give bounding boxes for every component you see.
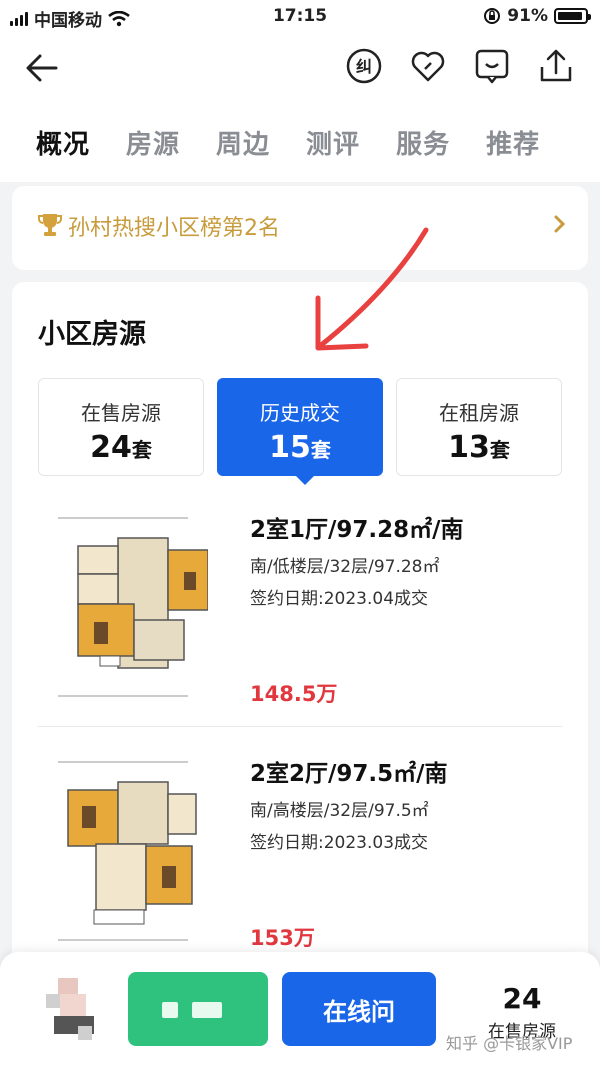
- correction-button[interactable]: 纠: [344, 46, 384, 86]
- message-icon: [475, 49, 509, 84]
- blurred-label: [192, 1002, 222, 1018]
- listing-title: 2室1厅/97.28㎡/南: [250, 517, 464, 543]
- segment-history-deals[interactable]: 历史成交 15套: [217, 378, 383, 485]
- tab-listings[interactable]: 房源: [126, 100, 180, 182]
- heart-icon: [411, 51, 445, 82]
- segment-unit: 套: [131, 438, 152, 462]
- wechat-contact-button[interactable]: [128, 972, 268, 1046]
- back-arrow-icon: [26, 54, 58, 82]
- share-button[interactable]: [536, 46, 576, 86]
- listing-meta: 南/高楼层/32层/97.5㎡: [250, 801, 429, 821]
- top-navbar: 纠: [0, 36, 600, 100]
- segment-label: 历史成交: [260, 401, 340, 425]
- listing-item[interactable]: 2室1厅/97.28㎡/南 南/低楼层/32层/97.28㎡ 签约日期:2023…: [38, 504, 562, 730]
- trophy-icon: [38, 214, 62, 236]
- tab-nearby[interactable]: 周边: [216, 100, 270, 182]
- tab-overview[interactable]: 概况: [36, 100, 90, 182]
- battery-icon: [554, 8, 591, 24]
- section-title: 小区房源: [38, 319, 146, 350]
- listing-meta: 南/低楼层/32层/97.28㎡: [250, 557, 440, 577]
- divider: [38, 726, 562, 727]
- hot-search-rank-banner[interactable]: 孙村热搜小区榜第2名: [12, 186, 588, 270]
- share-icon: [540, 49, 572, 82]
- segment-for-rent[interactable]: 在租房源 13套: [396, 378, 562, 476]
- watermark: 知乎 @卡银家VIP: [446, 1034, 573, 1053]
- segment-label: 在租房源: [439, 401, 519, 425]
- section-tabs: 概况 房源 周边 测评 服务 推荐: [0, 100, 600, 182]
- segment-count: 24: [90, 430, 132, 465]
- segment-unit: 套: [310, 438, 331, 462]
- online-ask-button[interactable]: 在线问: [282, 972, 436, 1046]
- segment-label: 在售房源: [81, 401, 161, 425]
- on-sale-count: 24: [502, 982, 542, 1015]
- listing-sign-date: 签约日期:2023.04成交: [250, 589, 429, 609]
- favorite-button[interactable]: [408, 46, 448, 86]
- back-button[interactable]: [22, 48, 62, 88]
- status-bar: 中国移动 17:15 91%: [0, 0, 600, 36]
- battery-percent: 91%: [507, 6, 548, 26]
- listing-sign-date: 签约日期:2023.03成交: [250, 833, 429, 853]
- segment-count: 15: [269, 430, 311, 465]
- listing-price: 153万: [250, 926, 315, 950]
- listing-title: 2室2厅/97.5㎡/南: [250, 761, 448, 787]
- correction-glyph: 纠: [356, 57, 372, 76]
- correction-icon: 纠: [346, 48, 382, 84]
- tab-review[interactable]: 测评: [306, 100, 360, 182]
- segment-unit: 套: [489, 438, 510, 462]
- segment-count: 13: [448, 430, 490, 465]
- floorplan-image: [38, 754, 208, 944]
- listing-item[interactable]: 2室2厅/97.5㎡/南 南/高楼层/32层/97.5㎡ 签约日期:2023.0…: [38, 748, 562, 974]
- lock-rotation-icon: [484, 8, 501, 24]
- community-listings-card: 小区房源 在售房源 24套 历史成交 15套 在租房源 13套 2室1厅/97.…: [12, 282, 588, 1042]
- rank-text: 孙村热搜小区榜第2名: [68, 216, 280, 241]
- segment-on-sale[interactable]: 在售房源 24套: [38, 378, 204, 476]
- blurred-label: [162, 1002, 178, 1018]
- tab-recommend[interactable]: 推荐: [486, 100, 540, 182]
- tab-service[interactable]: 服务: [396, 100, 450, 182]
- floorplan-image: [38, 510, 208, 700]
- chevron-right-icon: [554, 215, 566, 233]
- listing-price: 148.5万: [250, 682, 338, 706]
- agent-avatar[interactable]: [46, 978, 98, 1040]
- message-button[interactable]: [472, 46, 512, 86]
